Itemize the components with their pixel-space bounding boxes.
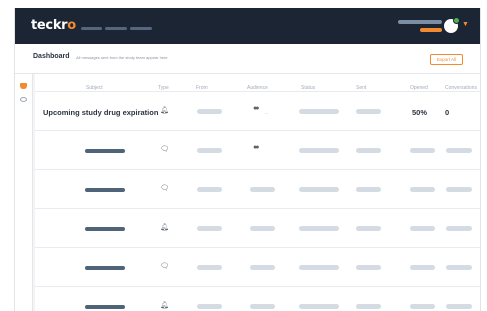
chat-icon: 🗨︎ bbox=[160, 146, 169, 153]
row-from bbox=[197, 226, 222, 231]
table-row[interactable]: 🔔︎ bbox=[35, 208, 480, 247]
page-header: Dashboard All messages sent from the stu… bbox=[15, 44, 480, 74]
row-from bbox=[197, 109, 222, 114]
teckro-logo[interactable]: teckro bbox=[31, 18, 76, 33]
row-sent bbox=[356, 265, 381, 270]
row-status bbox=[299, 148, 339, 153]
bell-icon: 🔔︎ bbox=[160, 224, 169, 231]
row-subject bbox=[85, 305, 125, 309]
row-sent bbox=[356, 109, 381, 114]
chat-icon: 🗨︎ bbox=[160, 185, 169, 192]
row-conversations bbox=[446, 148, 472, 153]
group-icon: ●● bbox=[253, 105, 260, 112]
row-sent bbox=[356, 304, 381, 309]
row-audience bbox=[250, 304, 275, 309]
row-status bbox=[299, 265, 339, 270]
row-from bbox=[197, 265, 222, 270]
row-conversations bbox=[446, 187, 472, 192]
row-subject bbox=[85, 227, 125, 231]
table-row[interactable]: 🗨︎ bbox=[35, 247, 480, 286]
row-opened bbox=[410, 304, 435, 309]
sidebar bbox=[15, 74, 33, 311]
row-status bbox=[299, 304, 339, 309]
row-from bbox=[197, 148, 222, 153]
table-row[interactable]: 🗨︎ ●● bbox=[35, 130, 480, 169]
page-title: Dashboard bbox=[33, 53, 70, 60]
row-subject: Upcoming study drug expiration bbox=[43, 108, 159, 117]
nav-item-1[interactable] bbox=[81, 27, 102, 30]
row-status bbox=[299, 226, 339, 231]
bell-icon: 🔔︎ bbox=[160, 107, 169, 114]
row-conversations bbox=[446, 226, 472, 231]
row-audience bbox=[250, 187, 275, 192]
row-sent bbox=[356, 148, 381, 153]
row-subject bbox=[85, 149, 125, 153]
bell-icon: 🔔︎ bbox=[160, 302, 169, 309]
user-role bbox=[420, 28, 442, 32]
app-window: teckro ▼ Dashboard All messages sent fro… bbox=[14, 8, 481, 311]
row-sent bbox=[356, 187, 381, 192]
nav-item-3[interactable] bbox=[130, 27, 152, 30]
row-conversations bbox=[446, 265, 472, 270]
row-subject bbox=[85, 188, 125, 192]
page-description: All messages sent from the study team ap… bbox=[76, 55, 168, 60]
row-opened: 50% bbox=[412, 108, 428, 117]
row-opened bbox=[410, 187, 435, 192]
row-conversations: 0 bbox=[445, 108, 450, 117]
row-opened bbox=[410, 265, 435, 270]
row-from bbox=[197, 304, 222, 309]
row-opened bbox=[410, 226, 435, 231]
audience-count: — bbox=[265, 111, 268, 115]
alert-icon[interactable] bbox=[20, 83, 27, 89]
row-audience bbox=[250, 226, 275, 231]
row-audience bbox=[250, 265, 275, 270]
user-name[interactable] bbox=[398, 20, 442, 24]
table-row[interactable]: 🗨︎ bbox=[35, 169, 480, 208]
export-all-button[interactable]: Export All bbox=[430, 54, 463, 65]
messages-table: Subject Type From Audience Status Sent O… bbox=[35, 74, 480, 311]
row-status bbox=[299, 187, 339, 192]
row-status bbox=[299, 109, 339, 114]
chat-icon: 🗨︎ bbox=[160, 263, 169, 270]
row-conversations bbox=[446, 304, 472, 309]
row-from bbox=[197, 187, 222, 192]
nav-item-2[interactable] bbox=[105, 27, 127, 30]
group-icon: ●● bbox=[253, 144, 260, 151]
eye-icon[interactable] bbox=[20, 97, 27, 102]
row-subject bbox=[85, 266, 125, 270]
row-sent bbox=[356, 226, 381, 231]
table-row[interactable]: 🔔︎ bbox=[35, 286, 480, 311]
online-status-icon bbox=[453, 17, 460, 24]
chevron-down-icon[interactable]: ▼ bbox=[462, 21, 469, 28]
table-row[interactable]: Upcoming study drug expiration 🔔︎ ●● — 5… bbox=[35, 91, 480, 130]
row-opened bbox=[410, 148, 435, 153]
top-navbar: teckro ▼ bbox=[15, 8, 480, 44]
